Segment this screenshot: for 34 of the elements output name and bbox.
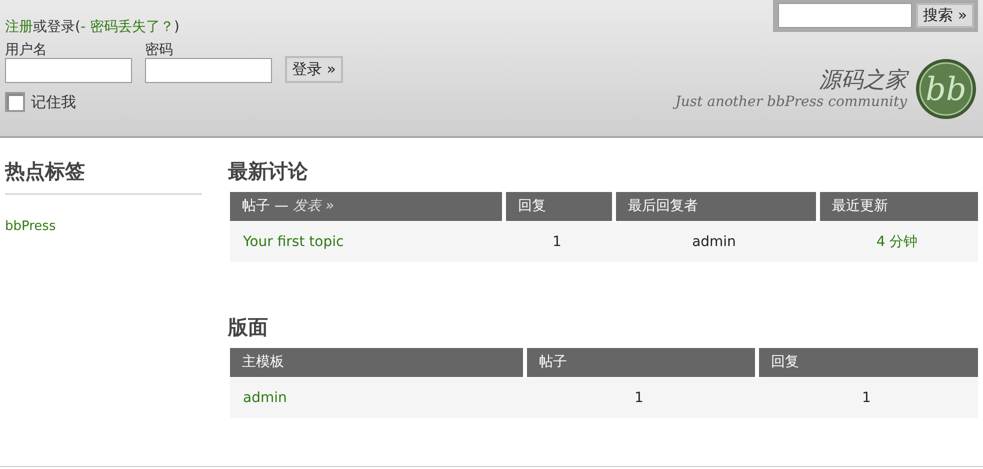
search-field[interactable]: [778, 3, 912, 28]
remember-label: 记住我: [31, 92, 76, 112]
password-field[interactable]: [145, 58, 272, 83]
remember-checkbox[interactable]: [5, 92, 25, 112]
logo-icon: bb: [915, 58, 977, 120]
column-header: 最近更新: [820, 192, 978, 221]
new-topic-link[interactable]: 发表 »: [292, 198, 334, 214]
table-cell: admin: [692, 234, 736, 250]
column-header: 帖子: [527, 348, 755, 377]
table-cell: 1: [634, 390, 644, 406]
tagline: Just another bbPress community: [675, 94, 907, 110]
table-link[interactable]: admin: [243, 390, 287, 406]
sidebar-title: 热点标签: [5, 158, 202, 195]
section-title: 版面: [228, 314, 269, 340]
lost-password-link[interactable]: - 密码丢失了？: [80, 19, 174, 35]
username-field[interactable]: [5, 58, 132, 83]
password-label: 密码: [145, 42, 174, 58]
table-cell: 1: [862, 390, 871, 406]
section-title: 最新讨论: [228, 158, 309, 184]
column-header: 最后回复者: [616, 192, 816, 221]
username-label: 用户名: [5, 42, 48, 58]
column-header: 帖子 — 发表 »: [230, 192, 502, 221]
login-button[interactable]: 登录 »: [285, 56, 343, 83]
table-link[interactable]: 4 分钟: [876, 233, 918, 251]
site-title: 源码之家: [819, 68, 907, 94]
column-header: 回复: [759, 348, 978, 377]
column-header: 主模板: [230, 348, 523, 377]
table-cell: 1: [552, 234, 562, 250]
search-button[interactable]: 搜索 »: [916, 3, 974, 28]
column-header: 回复: [506, 192, 612, 221]
table-link[interactable]: Your first topic: [243, 234, 344, 250]
tag-link[interactable]: bbPress: [5, 219, 202, 234]
login-prompt: 注册或登录(- 密码丢失了？): [5, 18, 180, 36]
register-link[interactable]: 注册: [5, 19, 33, 35]
